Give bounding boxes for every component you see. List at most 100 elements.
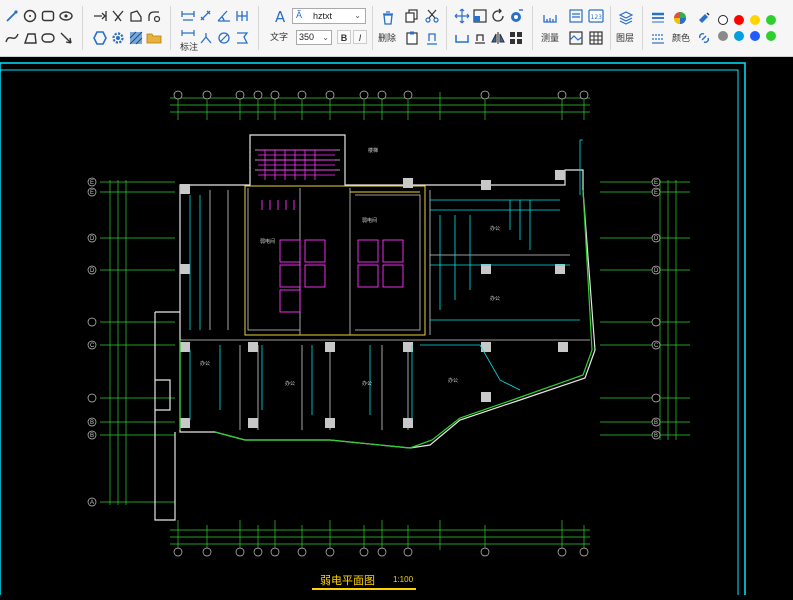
linear-dimension-icon[interactable] xyxy=(180,8,196,24)
polygon-tool-icon[interactable] xyxy=(22,30,38,46)
copy-icon[interactable] xyxy=(404,8,420,24)
arrow-line-tool-icon[interactable] xyxy=(58,30,74,46)
array-icon[interactable] xyxy=(508,8,524,24)
angle-dimension-icon[interactable] xyxy=(216,8,232,24)
area-measure-icon[interactable] xyxy=(568,8,584,24)
color-group-label: 颜色 xyxy=(672,33,691,43)
font-type-icon: Ã xyxy=(296,10,303,20)
core-walls xyxy=(244,185,426,336)
match-properties-icon[interactable] xyxy=(696,10,712,26)
swatch-green[interactable] xyxy=(766,15,776,25)
swatch-red[interactable] xyxy=(734,15,744,25)
axis-labels-left: E E D D C B B A xyxy=(90,180,95,506)
stretch-icon[interactable] xyxy=(454,30,470,46)
swatch-gray[interactable] xyxy=(718,31,728,41)
grid-array-icon[interactable] xyxy=(508,30,524,46)
axis-label: E xyxy=(654,190,658,196)
stair xyxy=(258,149,335,180)
axis-label: C xyxy=(90,343,95,349)
drawing-scale: 1:100 xyxy=(393,575,414,584)
rectangle-tool-icon[interactable] xyxy=(40,8,56,24)
trash-icon[interactable] xyxy=(380,10,396,26)
delete-group-label: 删除 xyxy=(378,33,397,43)
link-icon[interactable] xyxy=(696,30,712,46)
swatch-white[interactable] xyxy=(718,15,728,25)
image-measure-icon[interactable] xyxy=(568,30,584,46)
counter-icon[interactable]: 123 xyxy=(588,8,604,24)
title-underline xyxy=(312,588,416,590)
drawing-title: 弱电平面图 xyxy=(320,574,375,587)
line-tool-icon[interactable] xyxy=(4,8,20,24)
ellipse-view-tool-icon[interactable] xyxy=(58,8,74,24)
room-label: 楼梯 xyxy=(368,147,378,154)
axis-label: D xyxy=(654,236,659,242)
mirror-icon[interactable] xyxy=(490,30,506,46)
hexagon-tool-icon[interactable] xyxy=(92,30,108,46)
align-icon[interactable] xyxy=(472,30,488,46)
axis-label: A xyxy=(90,500,94,506)
hatch-tool-icon[interactable] xyxy=(128,30,144,46)
svg-text:A: A xyxy=(275,8,286,24)
circle-tool-icon[interactable] xyxy=(22,8,38,24)
swatch-yellow[interactable] xyxy=(750,15,760,25)
text-group-label: 文字 xyxy=(270,32,289,42)
spline-tool-icon[interactable] xyxy=(4,30,20,46)
room-label: 办公 xyxy=(490,295,500,302)
diameter-dimension-icon[interactable] xyxy=(216,30,232,46)
room-label: 办公 xyxy=(448,377,458,384)
move-icon[interactable] xyxy=(454,8,470,24)
axis-label: E xyxy=(90,190,94,196)
axis-label: B xyxy=(90,420,94,426)
drawing-frame xyxy=(0,62,746,600)
ordinate-dimension-icon[interactable] xyxy=(234,30,250,46)
elevator-shafts xyxy=(261,200,404,313)
swatch-blue[interactable] xyxy=(750,31,760,41)
measure-group-label: 测量 xyxy=(541,33,560,43)
text-tool-icon[interactable]: A xyxy=(272,8,288,24)
swatch-lime[interactable] xyxy=(766,31,776,41)
rotate-icon[interactable] xyxy=(490,8,506,24)
scale-icon[interactable] xyxy=(472,8,488,24)
gear-tool-icon[interactable] xyxy=(110,30,126,46)
aligned-dimension-icon[interactable] xyxy=(198,8,214,24)
offset-tool-icon[interactable] xyxy=(128,8,144,24)
fillet-tool-icon[interactable] xyxy=(146,8,162,24)
chevron-down-icon: ⌄ xyxy=(354,11,361,20)
swatch-cyan[interactable] xyxy=(734,31,744,41)
axis-bubbles-right xyxy=(651,177,661,440)
font-name-value: hztxt xyxy=(313,11,333,21)
axis-label: B xyxy=(654,433,658,439)
rounded-rect-tool-icon[interactable] xyxy=(40,30,56,46)
trim-tool-icon[interactable] xyxy=(110,8,126,24)
line-type-icon[interactable] xyxy=(650,30,666,46)
font-name-select[interactable]: Ã hztxt ⌄ xyxy=(292,8,366,24)
axis-bubbles-left xyxy=(87,177,97,507)
annotate-icon[interactable] xyxy=(180,27,196,43)
font-size-select[interactable]: 350 ⌄ xyxy=(296,30,332,45)
bold-button[interactable]: B xyxy=(337,30,351,44)
room-label: 办公 xyxy=(200,360,210,367)
exterior-walls xyxy=(154,134,596,521)
clipboard-icon[interactable] xyxy=(424,30,440,46)
axis-label: E xyxy=(90,180,94,186)
line-weight-icon[interactable] xyxy=(650,10,666,26)
paste-icon[interactable] xyxy=(404,30,420,46)
room-label: 弱电间 xyxy=(260,238,275,245)
radius-dimension-icon[interactable] xyxy=(198,30,214,46)
folder-block-icon[interactable] xyxy=(146,30,162,46)
measure-distance-icon[interactable] xyxy=(542,10,558,26)
bottom-dimension-lines xyxy=(170,520,590,550)
extend-tool-icon[interactable] xyxy=(92,8,108,24)
axis-label: E xyxy=(654,180,658,186)
font-size-value: 350 xyxy=(299,32,315,42)
table-icon[interactable] xyxy=(588,30,604,46)
axis-label: D xyxy=(90,236,95,242)
annotate-group-label: 标注 xyxy=(180,42,199,52)
italic-button[interactable]: I xyxy=(353,30,367,44)
layers-icon[interactable] xyxy=(618,10,634,26)
room-label: 办公 xyxy=(490,225,500,232)
color-wheel-icon[interactable] xyxy=(672,10,688,26)
baseline-dimension-icon[interactable] xyxy=(234,8,250,24)
drawing-canvas[interactable]: E E D D C B B A E E D D C B B 弱电间 弱电间 办公… xyxy=(0,57,793,600)
cut-icon[interactable] xyxy=(424,8,440,24)
